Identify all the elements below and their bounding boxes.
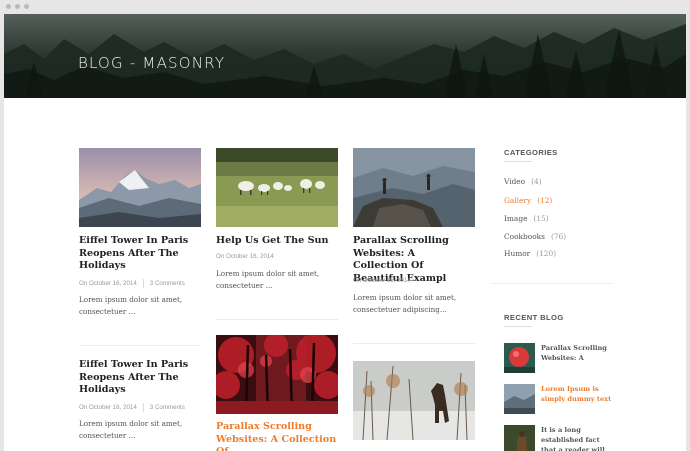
post-title[interactable]: Eiffel Tower In Paris Reopens After The …	[79, 359, 199, 397]
post-image-mountain[interactable]	[79, 148, 201, 227]
post-excerpt: Lorem ipsum dolor sit amet, consectetuer…	[216, 269, 320, 290]
post-image-sheep[interactable]	[216, 148, 338, 227]
post-image-red-forest[interactable]	[216, 335, 338, 414]
meta-divider	[142, 403, 144, 412]
post-divider	[353, 343, 475, 344]
post-excerpt: Lorem ipsum dolor sit amet, consectetuer…	[79, 295, 183, 316]
post-meta: On October 16, 2014 3 Comments	[79, 403, 185, 412]
window-dot-icon[interactable]	[15, 4, 20, 9]
page-content: BLOG - MASONRY Eiffel Tower In Paris Reo…	[4, 14, 686, 451]
post-divider	[79, 345, 201, 346]
category-item-cookbooks[interactable]: Cookbooks (76)	[504, 232, 566, 241]
post-title[interactable]: Eiffel Tower In Paris Reopens After The …	[79, 235, 199, 273]
category-item-video[interactable]: Video (4)	[504, 177, 542, 186]
post-date: On October 16, 2014	[79, 404, 137, 412]
window-dot-icon[interactable]	[6, 4, 11, 9]
post-comments-link[interactable]: 3 Comments	[150, 280, 185, 287]
post-date: On October 16, 2014	[79, 280, 137, 288]
category-item-image[interactable]: Image (15)	[504, 214, 549, 223]
post-meta: On October 16, 2014	[353, 277, 411, 284]
post-divider	[216, 319, 338, 320]
post-image-cliff[interactable]	[353, 148, 475, 227]
category-name[interactable]: Cookbooks	[504, 232, 545, 241]
heading-underline	[504, 326, 532, 327]
page-title: BLOG - MASONRY	[78, 54, 226, 72]
category-count: (4)	[531, 177, 542, 186]
post-date: On October 16, 2014	[216, 253, 274, 260]
browser-frame: BLOG - MASONRY Eiffel Tower In Paris Reo…	[0, 0, 690, 451]
recent-post-thumbnail[interactable]	[504, 425, 535, 451]
post-excerpt: Lorem ipsum dolor sit amet, consectetuer…	[79, 419, 183, 440]
window-dot-icon[interactable]	[24, 4, 29, 9]
recent-blog-heading: RECENT BLOG	[504, 313, 564, 322]
meta-divider	[142, 279, 144, 288]
category-name[interactable]: Video	[504, 177, 525, 186]
post-title[interactable]: Help Us Get The Sun	[216, 235, 336, 248]
category-count: (12)	[537, 196, 553, 205]
hero-banner: BLOG - MASONRY	[4, 14, 686, 98]
post-meta: On October 16, 2014 3 Comments	[79, 279, 185, 288]
recent-post-title[interactable]: Lorem Ipsum is simply dummy text	[541, 384, 613, 404]
recent-post-thumbnail[interactable]	[504, 384, 535, 414]
post-meta: On October 16, 2014	[216, 253, 274, 260]
post-image-horse[interactable]	[353, 361, 475, 440]
category-count: (120)	[536, 249, 557, 258]
post-excerpt: Lorem ipsum dolor sit amet, consectetuer…	[353, 293, 457, 314]
categories-heading: CATEGORIES	[504, 148, 558, 157]
post-title[interactable]: Parallax Scrolling Websites: A Collectio…	[216, 421, 338, 451]
category-count: (15)	[533, 214, 549, 223]
category-name[interactable]: Image	[504, 214, 527, 223]
post-date: On October 16, 2014	[353, 277, 411, 284]
window-controls	[6, 4, 29, 9]
recent-post-title[interactable]: It is a long established fact that a rea…	[541, 425, 613, 451]
recent-post-title[interactable]: Parallax Scrolling Websites: A	[541, 343, 613, 363]
post-comments-link[interactable]: 3 Comments	[150, 404, 185, 411]
category-count: (76)	[550, 232, 567, 241]
category-name[interactable]: Humor	[504, 249, 530, 258]
heading-underline	[504, 161, 532, 162]
category-item-humor[interactable]: Humor (120)	[504, 249, 556, 258]
category-name[interactable]: Gallery	[504, 196, 531, 205]
category-item-gallery[interactable]: Gallery (12)	[504, 196, 552, 205]
recent-post-thumbnail[interactable]	[504, 343, 535, 373]
sidebar-divider	[492, 283, 612, 284]
